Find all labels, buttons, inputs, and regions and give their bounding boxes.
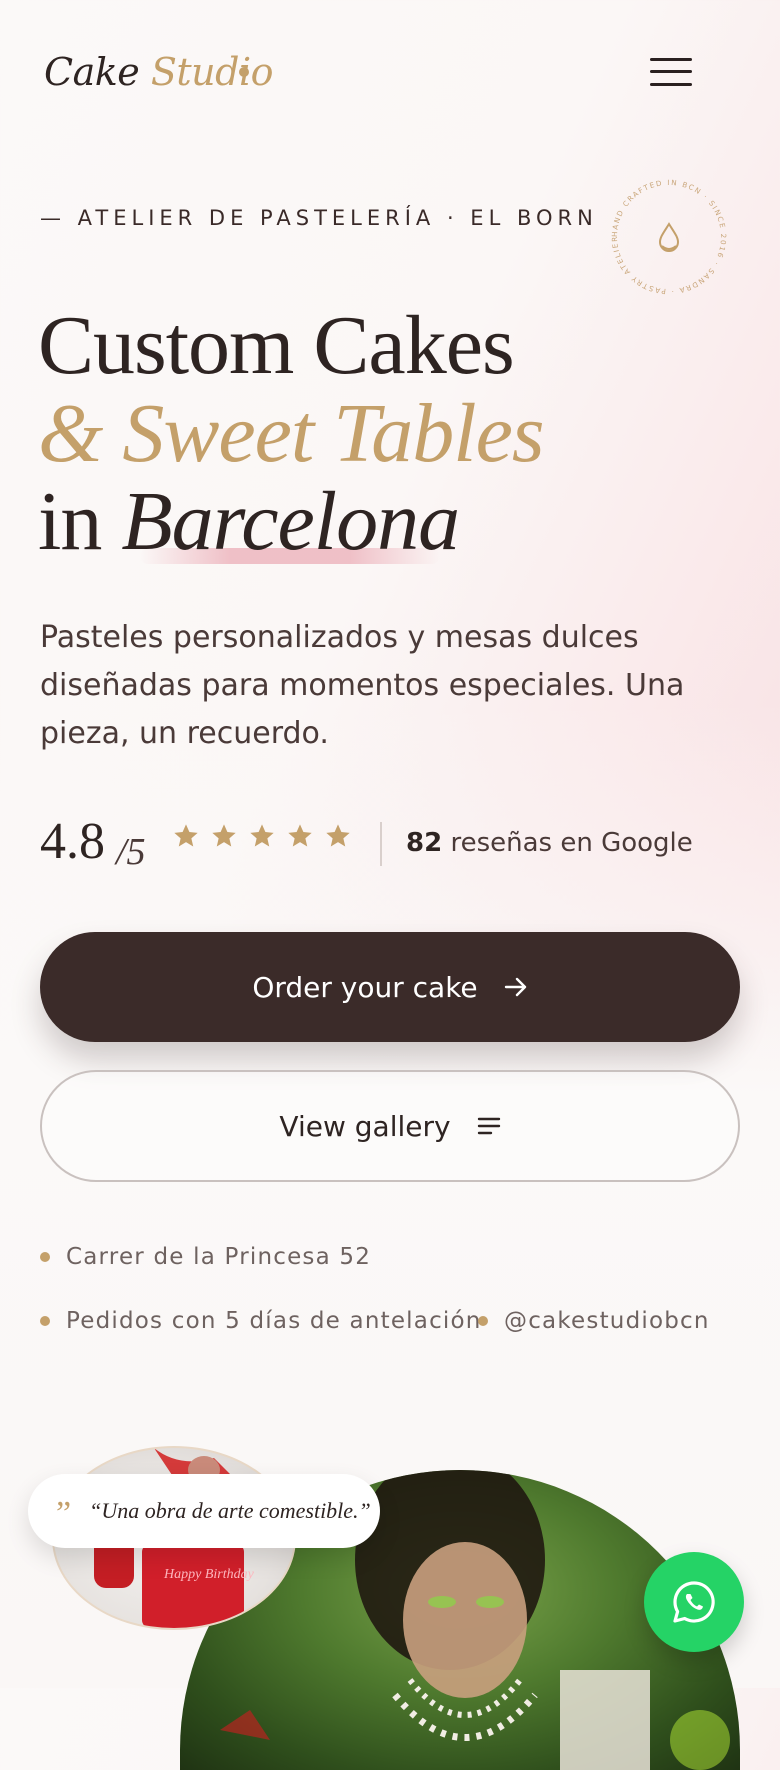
instagram-item[interactable]: @cakestudiobcn: [478, 1308, 710, 1334]
view-gallery-label: View gallery: [279, 1109, 451, 1143]
whatsapp-button[interactable]: [644, 1552, 744, 1652]
handcrafted-badge: HAND CRAFTED IN BCN · SINCE 2016 · SANDR…: [602, 165, 734, 302]
bullet-dot: [40, 1316, 50, 1326]
headline-line-2: & Sweet Tables: [38, 387, 545, 480]
cake-text: Happy Birthday: [163, 1567, 255, 1582]
address-item: Carrer de la Princesa 52: [40, 1244, 371, 1270]
notice-item: Pedidos con 5 días de antelación: [40, 1308, 482, 1334]
testimonial-pill: ” “Una obra de arte comestible.”: [28, 1474, 380, 1548]
logo-dot: [239, 67, 249, 77]
rating-stars: [172, 822, 352, 850]
view-gallery-button[interactable]: View gallery: [40, 1070, 740, 1182]
order-cake-button[interactable]: Order your cake: [40, 932, 740, 1042]
headline-line-3: in Barcelona: [38, 480, 460, 564]
reviews-link[interactable]: 82 reseñas en Google: [406, 828, 693, 858]
page: Cake Studio — ATELIER DE PASTELERÍA · EL…: [0, 0, 780, 1770]
star-icon: [250, 824, 274, 847]
hero-lead: Pasteles personalizados y mesas dulces d…: [40, 620, 685, 751]
testimonial-quote: “Una obra de arte comestible.”: [89, 1498, 371, 1523]
list-lines-icon: [477, 1117, 500, 1135]
rating-score: 4.8: [40, 813, 105, 870]
star-icon: [174, 824, 198, 847]
reviews-count: 82: [406, 828, 443, 858]
star-icon: [326, 824, 350, 847]
address-text: Carrer de la Princesa 52: [66, 1244, 372, 1270]
quote-icon: ”: [56, 1495, 72, 1532]
star-icon: [288, 824, 312, 847]
rating-divider: [380, 822, 382, 866]
reviews-label: reseñas en Google: [450, 828, 693, 858]
rating-out-of: /5: [116, 831, 146, 873]
eyebrow-text: — ATELIER DE PASTELERÍA · EL BORN: [40, 206, 598, 230]
logo-cake: Cake: [44, 50, 140, 94]
drop-icon: [658, 222, 680, 252]
arrow-right-icon: [504, 977, 526, 997]
whatsapp-icon: [673, 1581, 715, 1623]
star-icon: [212, 824, 236, 847]
headline-in: in: [38, 475, 102, 568]
svg-text:HAND CRAFTED IN BCN · SINCE 20: HAND CRAFTED IN BCN · SINCE 2016 · SANDR…: [604, 172, 728, 296]
order-cake-label: Order your cake: [252, 970, 478, 1004]
instagram-handle: @cakestudiobcn: [504, 1308, 710, 1334]
hamburger-menu-icon[interactable]: [650, 56, 692, 88]
badge-text: HAND CRAFTED IN BCN · SINCE 2016 · SANDR…: [602, 165, 726, 296]
logo-studio: Studio: [150, 50, 274, 94]
headline-barcelona: Barcelona: [121, 475, 460, 568]
notice-text: Pedidos con 5 días de antelación: [66, 1308, 482, 1334]
bullet-dot: [40, 1252, 50, 1262]
bullet-dot: [478, 1316, 488, 1326]
headline-line-1: Custom Cakes: [38, 299, 515, 392]
